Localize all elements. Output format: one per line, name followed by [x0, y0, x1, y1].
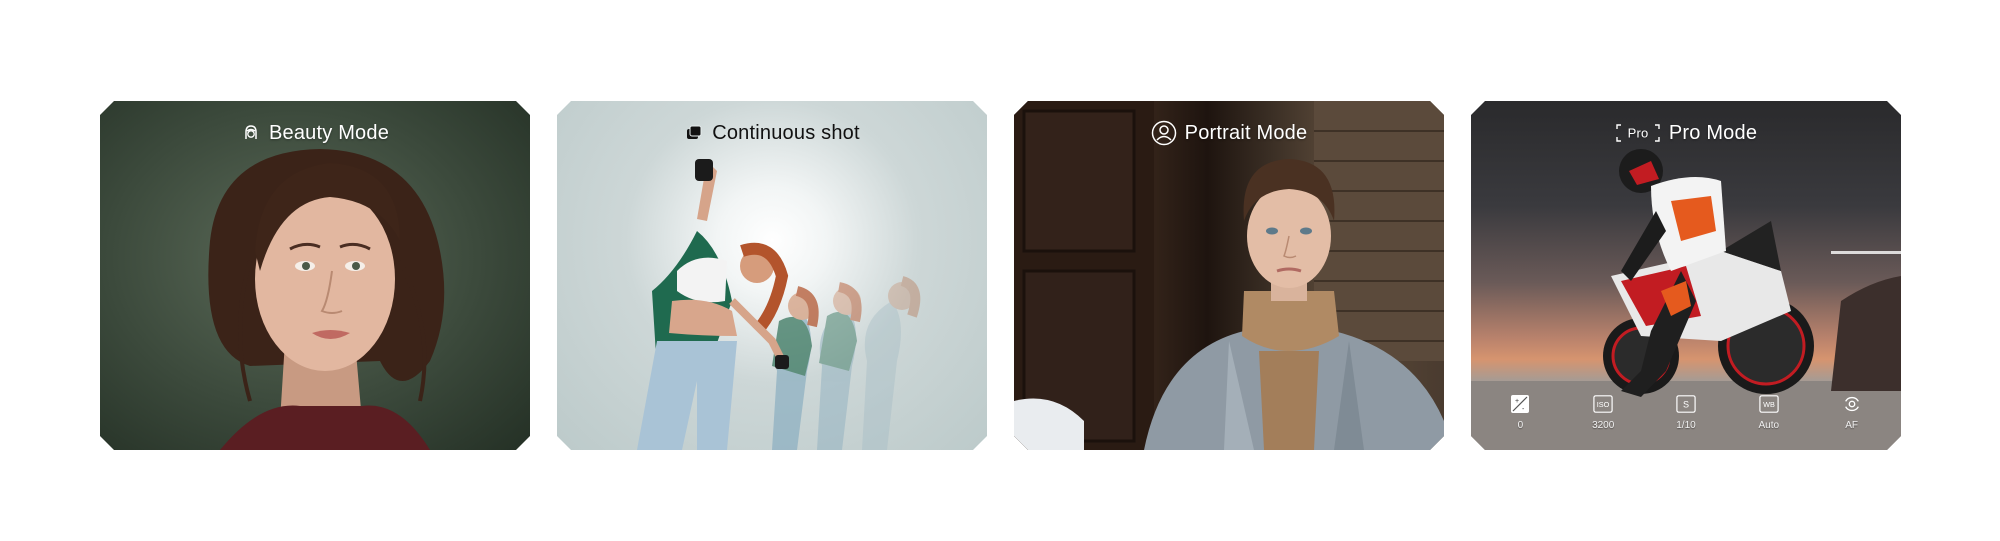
svg-text:+: + [1515, 398, 1519, 405]
svg-text:Pro: Pro [1627, 126, 1648, 141]
person-circle-icon [1151, 120, 1177, 146]
pro-mode-card[interactable]: Pro Pro Mode + - 0 ISO 3200 S 1/10 WB Au… [1471, 101, 1901, 450]
continuous-shot-label: Continuous shot [712, 121, 860, 144]
autofocus-icon [1842, 394, 1862, 414]
beauty-face-icon [241, 123, 261, 143]
shutter-speed-control[interactable]: S 1/10 [1656, 394, 1716, 431]
portrait-mode-image [1014, 101, 1444, 450]
beauty-mode-label: Beauty Mode [268, 121, 390, 144]
shutter-speed-icon: S [1676, 394, 1696, 414]
stacked-frames-icon [684, 123, 704, 143]
continuous-shot-title: Continuous shot [557, 119, 987, 147]
iso-control[interactable]: ISO 3200 [1573, 394, 1633, 431]
iso-value: 3200 [1592, 420, 1615, 431]
exposure-control[interactable]: + - 0 [1490, 394, 1550, 431]
exposure-icon: + - [1510, 394, 1530, 414]
continuous-shot-image [557, 101, 987, 450]
svg-text:S: S [1683, 400, 1689, 410]
pro-mode-label: Pro Mode [1668, 121, 1758, 144]
beauty-portrait-image [100, 101, 530, 450]
pro-controls-bar: + - 0 ISO 3200 S 1/10 WB Auto AF [1471, 394, 1901, 442]
autofocus-control[interactable]: AF [1822, 394, 1882, 431]
continuous-shot-card[interactable]: Continuous shot [557, 101, 987, 450]
pro-bracket-icon: Pro [1615, 122, 1661, 144]
beauty-mode-card[interactable]: Beauty Mode [100, 101, 530, 450]
portrait-mode-title: Portrait Mode [1014, 119, 1444, 147]
iso-icon: ISO [1593, 394, 1613, 414]
autofocus-value: AF [1845, 420, 1858, 431]
white-balance-value: Auto [1758, 420, 1780, 431]
beauty-mode-title: Beauty Mode [100, 119, 530, 147]
svg-text:WB: WB [1763, 400, 1775, 409]
svg-text:ISO: ISO [1597, 400, 1610, 409]
pro-mode-title: Pro Pro Mode [1471, 119, 1901, 147]
portrait-mode-label: Portrait Mode [1184, 121, 1308, 144]
white-balance-control[interactable]: WB Auto [1739, 394, 1799, 431]
white-balance-icon: WB [1759, 394, 1779, 414]
shutter-speed-value: 1/10 [1676, 420, 1696, 431]
portrait-mode-card[interactable]: Portrait Mode [1014, 101, 1444, 450]
exposure-value: 0 [1517, 420, 1524, 431]
